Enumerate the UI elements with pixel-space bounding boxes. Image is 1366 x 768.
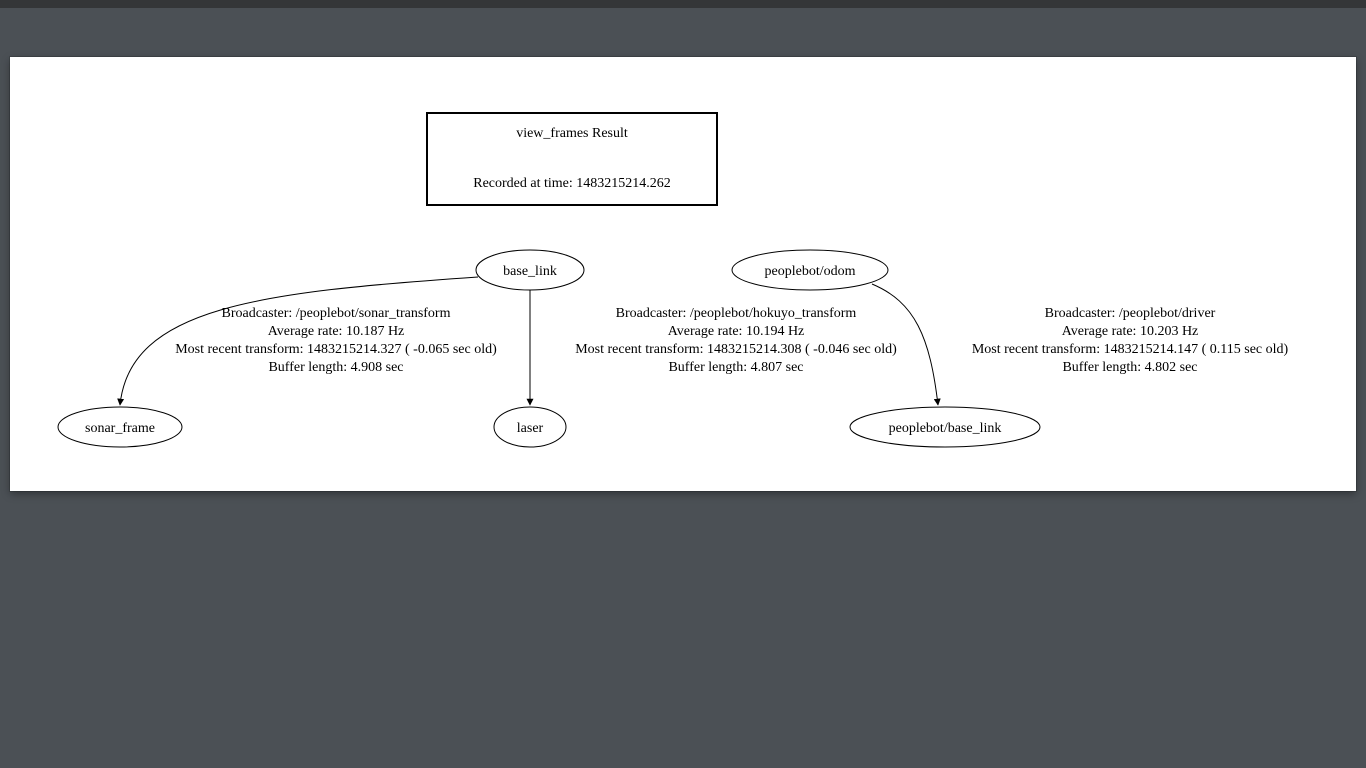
edge-laser-recent: Most recent transform: 1483215214.308 ( …	[575, 342, 897, 357]
node-base-link: base_link	[476, 250, 584, 290]
node-peoplebot-odom-label: peoplebot/odom	[765, 264, 856, 279]
edge-driver-buffer: Buffer length: 4.802 sec	[1062, 360, 1197, 375]
node-base-link-label: base_link	[503, 264, 557, 279]
node-laser: laser	[494, 407, 566, 447]
node-peoplebot-base-link: peoplebot/base_link	[850, 407, 1040, 447]
pdf-page: view_frames Result Recorded at time: 148…	[10, 57, 1356, 491]
edge-base-link-to-sonar: Broadcaster: /peoplebot/sonar_transform …	[120, 277, 497, 405]
viewer-toolbar	[0, 0, 1366, 8]
edge-sonar-rate: Average rate: 10.187 Hz	[268, 324, 405, 339]
edge-laser-broadcaster: Broadcaster: /peoplebot/hokuyo_transform	[616, 306, 857, 321]
edge-odom-to-base-link: Broadcaster: /peoplebot/driver Average r…	[872, 284, 1289, 405]
header-recorded: Recorded at time: 1483215214.262	[473, 176, 671, 191]
header-box: view_frames Result Recorded at time: 148…	[427, 113, 717, 205]
edge-laser-buffer: Buffer length: 4.807 sec	[668, 360, 803, 375]
node-laser-label: laser	[517, 421, 544, 436]
edge-laser-rate: Average rate: 10.194 Hz	[668, 324, 805, 339]
edge-driver-rate: Average rate: 10.203 Hz	[1062, 324, 1199, 339]
node-sonar-frame: sonar_frame	[58, 407, 182, 447]
edge-base-link-to-laser: Broadcaster: /peoplebot/hokuyo_transform…	[530, 290, 897, 405]
edge-driver-broadcaster: Broadcaster: /peoplebot/driver	[1045, 306, 1216, 321]
edge-sonar-broadcaster: Broadcaster: /peoplebot/sonar_transform	[222, 306, 451, 321]
node-peoplebot-odom: peoplebot/odom	[732, 250, 888, 290]
header-title: view_frames Result	[516, 126, 628, 141]
node-peoplebot-base-link-label: peoplebot/base_link	[889, 421, 1002, 436]
edge-sonar-recent: Most recent transform: 1483215214.327 ( …	[175, 342, 497, 357]
node-sonar-frame-label: sonar_frame	[85, 421, 155, 436]
edge-sonar-buffer: Buffer length: 4.908 sec	[268, 360, 403, 375]
edge-driver-recent: Most recent transform: 1483215214.147 ( …	[972, 342, 1289, 357]
